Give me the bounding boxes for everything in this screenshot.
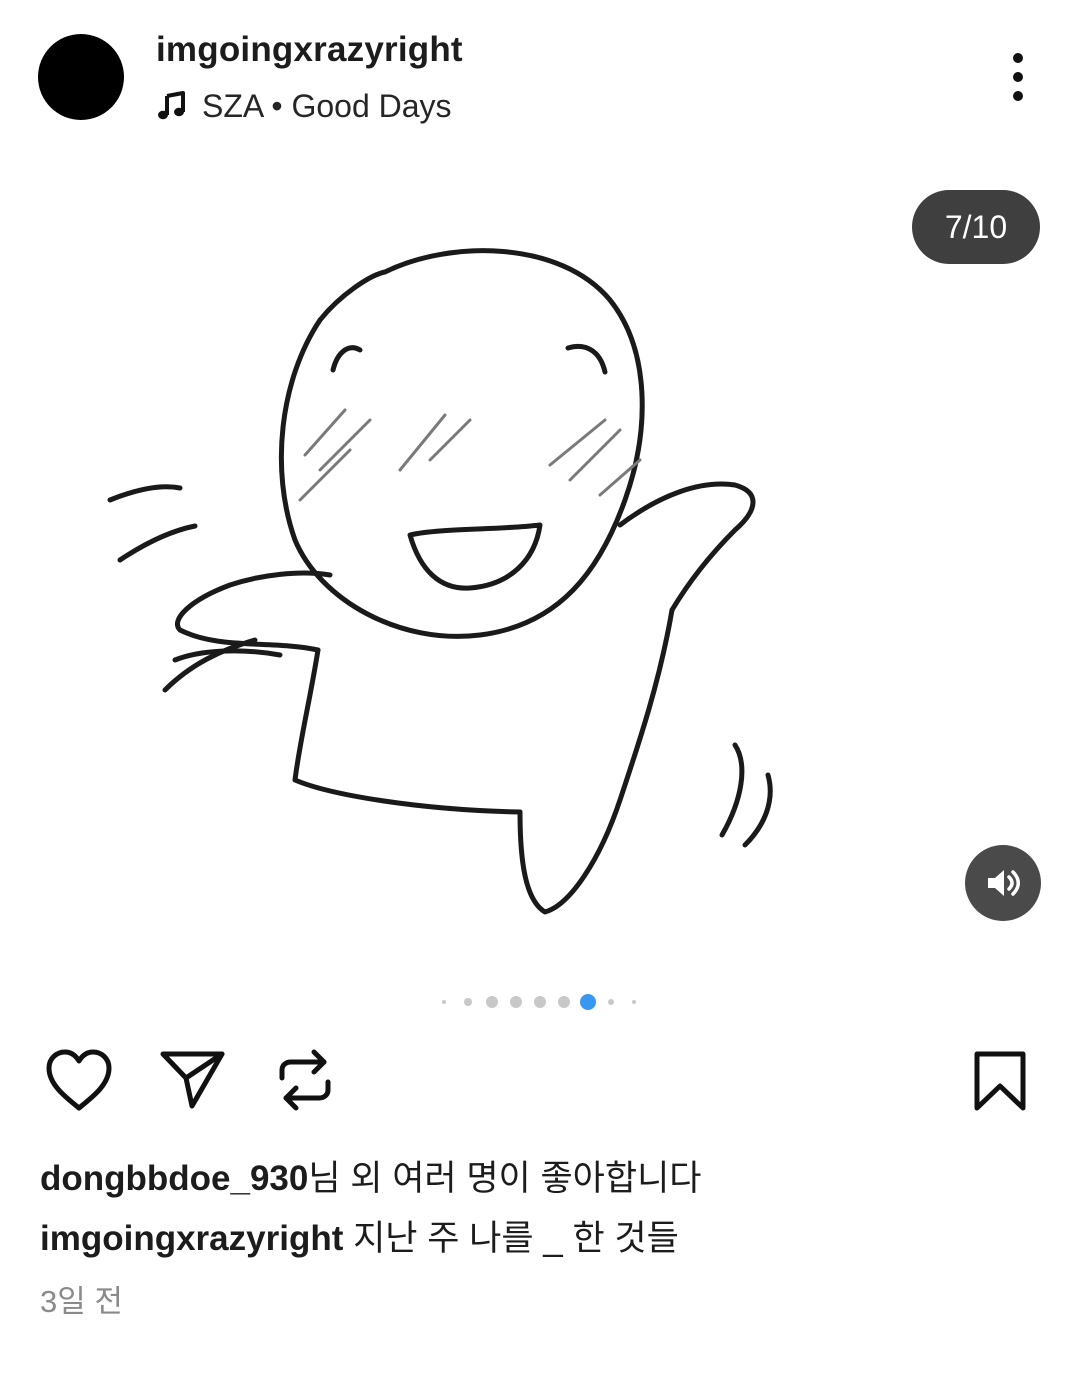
post-media[interactable] <box>0 150 1080 980</box>
likes-suffix: 님 외 여러 명이 좋아합니다 <box>308 1159 702 1198</box>
send-icon[interactable] <box>158 1048 228 1112</box>
more-vertical-icon[interactable] <box>1000 50 1036 106</box>
carousel-dot <box>534 996 546 1008</box>
music-track-label: SZA • Good Days <box>202 87 452 124</box>
carousel-dot <box>632 1000 636 1004</box>
carousel-dot <box>464 998 472 1006</box>
doodle-illustration <box>107 248 773 915</box>
bookmark-icon[interactable] <box>970 1050 1030 1114</box>
carousel-dot <box>558 996 570 1008</box>
repost-icon[interactable] <box>274 1046 336 1114</box>
post-username[interactable]: imgoingxrazyright <box>156 30 463 70</box>
slide-counter: 7/10 <box>912 190 1040 264</box>
music-info[interactable]: SZA • Good Days <box>156 86 452 126</box>
carousel-dot-active <box>580 994 596 1010</box>
carousel-dot <box>442 1000 446 1004</box>
speaker-volume-icon <box>988 870 1020 896</box>
post-caption: imgoingxrazyright 지난 주 나를 _ 한 것들 <box>40 1210 679 1261</box>
caption-text: 지난 주 나를 _ 한 것들 <box>343 1219 679 1258</box>
sound-toggle-button[interactable] <box>965 845 1041 921</box>
carousel-indicator <box>0 990 1080 1014</box>
music-note-icon <box>158 91 185 120</box>
avatar[interactable] <box>38 34 124 120</box>
heart-icon[interactable] <box>44 1048 114 1114</box>
likes-summary[interactable]: dongbbdoe_930님 외 여러 명이 좋아합니다 <box>40 1150 701 1201</box>
carousel-dot <box>486 996 498 1008</box>
liker-username[interactable]: dongbbdoe_930 <box>40 1159 308 1198</box>
caption-username[interactable]: imgoingxrazyright <box>40 1219 343 1258</box>
carousel-dot <box>510 996 522 1008</box>
carousel-dot <box>608 999 614 1005</box>
post-timestamp: 3일 전 <box>40 1284 123 1319</box>
